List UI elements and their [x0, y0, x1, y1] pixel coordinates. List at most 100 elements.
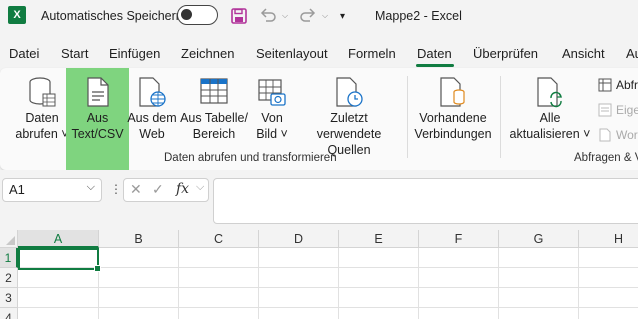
chevron-down-icon[interactable]: ⌵ [87, 181, 95, 194]
queries-label: Abfr [616, 78, 638, 92]
existing-connections-label: Vorhandene Verbindungen [414, 111, 492, 141]
active-cell-selection[interactable] [18, 248, 101, 272]
cell-g4[interactable] [499, 308, 579, 319]
more-options-icon[interactable]: ⋮ [110, 182, 122, 196]
cell-c1[interactable] [179, 248, 259, 268]
cell-c2[interactable] [179, 268, 259, 288]
existing-connections-icon [438, 76, 468, 112]
enter-icon[interactable]: ✓ [152, 181, 164, 198]
column-header-h[interactable]: H [579, 230, 638, 248]
cell-h3[interactable] [579, 288, 638, 308]
insert-function-icon[interactable]: fx [176, 181, 189, 197]
redo-dropdown-icon[interactable]: ⌵ [322, 0, 328, 32]
ribbon-separator [500, 76, 501, 158]
toggle-knob [181, 9, 192, 20]
cell-c3[interactable] [179, 288, 259, 308]
tab-automate[interactable]: Au [626, 46, 638, 61]
formula-bar: A1 ⌵ ⋮ ✕ ✓ fx ⌵ [0, 170, 638, 226]
cell-e2[interactable] [339, 268, 419, 288]
cell-d2[interactable] [259, 268, 339, 288]
cell-f3[interactable] [419, 288, 499, 308]
database-icon [27, 76, 57, 112]
tab-datei[interactable]: Datei [9, 46, 39, 61]
cell-g2[interactable] [499, 268, 579, 288]
ribbon-tabs: Datei Start Einfügen Zeichnen Seitenlayo… [0, 40, 638, 68]
cell-b4[interactable] [99, 308, 179, 319]
cell-e3[interactable] [339, 288, 419, 308]
cell-h4[interactable] [579, 308, 638, 319]
select-all-button[interactable] [0, 230, 18, 248]
tab-ansicht[interactable]: Ansicht [562, 46, 605, 61]
autosave-label: Automatisches Speichern [41, 9, 183, 23]
recent-sources-icon [334, 76, 364, 112]
cell-c4[interactable] [179, 308, 259, 319]
cell-h2[interactable] [579, 268, 638, 288]
web-file-icon [137, 76, 167, 112]
column-header-b[interactable]: B [99, 230, 179, 248]
cancel-icon[interactable]: ✕ [130, 181, 142, 198]
worksheet-grid: A B C D E F G H 1 2 3 4 [0, 230, 638, 319]
text-file-icon [84, 76, 112, 112]
cell-e1[interactable] [339, 248, 419, 268]
name-box[interactable]: A1 ⌵ [2, 178, 102, 202]
cell-g3[interactable] [499, 288, 579, 308]
workbook-links-label: Wor [616, 128, 638, 142]
column-header-f[interactable]: F [419, 230, 499, 248]
column-header-d[interactable]: D [259, 230, 339, 248]
tab-zeichnen[interactable]: Zeichnen [181, 46, 234, 61]
get-data-button[interactable]: Daten abrufen ˅ [14, 68, 70, 170]
column-header-a[interactable]: A [18, 230, 99, 248]
from-text-csv-button[interactable]: Aus Text/CSV [66, 68, 129, 170]
recent-sources-label: Zuletzt verwendete Quellen [316, 111, 382, 157]
tab-ueberpruefen[interactable]: Überprüfen [473, 46, 538, 61]
cell-f1[interactable] [419, 248, 499, 268]
row-header-1[interactable]: 1 [0, 248, 18, 268]
save-icon[interactable] [230, 0, 248, 32]
get-data-label: Daten abrufen ˅ [15, 111, 69, 141]
column-header-e[interactable]: E [339, 230, 419, 248]
column-header-c[interactable]: C [179, 230, 259, 248]
autosave-toggle[interactable] [177, 5, 218, 25]
active-tab-indicator [416, 64, 454, 67]
customize-quick-access-icon[interactable]: ▾ [340, 0, 345, 32]
row-header-4[interactable]: 4 [0, 308, 18, 319]
tab-formeln[interactable]: Formeln [348, 46, 396, 61]
tab-daten[interactable]: Daten [417, 46, 452, 61]
cell-f4[interactable] [419, 308, 499, 319]
cell-b2[interactable] [99, 268, 179, 288]
cell-b3[interactable] [99, 288, 179, 308]
properties-button[interactable]: Eige [598, 103, 638, 117]
properties-icon [598, 103, 612, 117]
existing-connections-button[interactable]: Vorhandene Verbindungen [413, 68, 493, 170]
name-box-value: A1 [9, 182, 25, 197]
row-header-2[interactable]: 2 [0, 268, 18, 288]
undo-icon[interactable] [258, 0, 278, 32]
ribbon-separator [407, 76, 408, 158]
cell-g1[interactable] [499, 248, 579, 268]
cell-d4[interactable] [259, 308, 339, 319]
cell-e4[interactable] [339, 308, 419, 319]
formula-controls: ✕ ✓ fx ⌵ [123, 178, 209, 202]
redo-icon[interactable] [298, 0, 318, 32]
cell-a3[interactable] [18, 288, 99, 308]
cell-a4[interactable] [18, 308, 99, 319]
cell-a2[interactable] [18, 268, 99, 288]
table-icon [199, 76, 229, 110]
workbook-links-button[interactable]: Wor [598, 128, 638, 142]
cell-d1[interactable] [259, 248, 339, 268]
formula-input[interactable] [213, 178, 638, 224]
properties-label: Eige [616, 103, 638, 117]
workbook-links-icon [599, 128, 611, 142]
chevron-down-icon[interactable]: ⌵ [196, 181, 204, 194]
row-header-3[interactable]: 3 [0, 288, 18, 308]
cell-h1[interactable] [579, 248, 638, 268]
tab-start[interactable]: Start [61, 46, 88, 61]
cell-f2[interactable] [419, 268, 499, 288]
column-header-g[interactable]: G [499, 230, 579, 248]
cell-b1[interactable] [99, 248, 179, 268]
tab-seitenlayout[interactable]: Seitenlayout [256, 46, 328, 61]
undo-dropdown-icon[interactable]: ⌵ [282, 0, 288, 32]
cell-d3[interactable] [259, 288, 339, 308]
tab-einfuegen[interactable]: Einfügen [109, 46, 160, 61]
queries-connections-button[interactable]: Abfr [598, 78, 638, 92]
